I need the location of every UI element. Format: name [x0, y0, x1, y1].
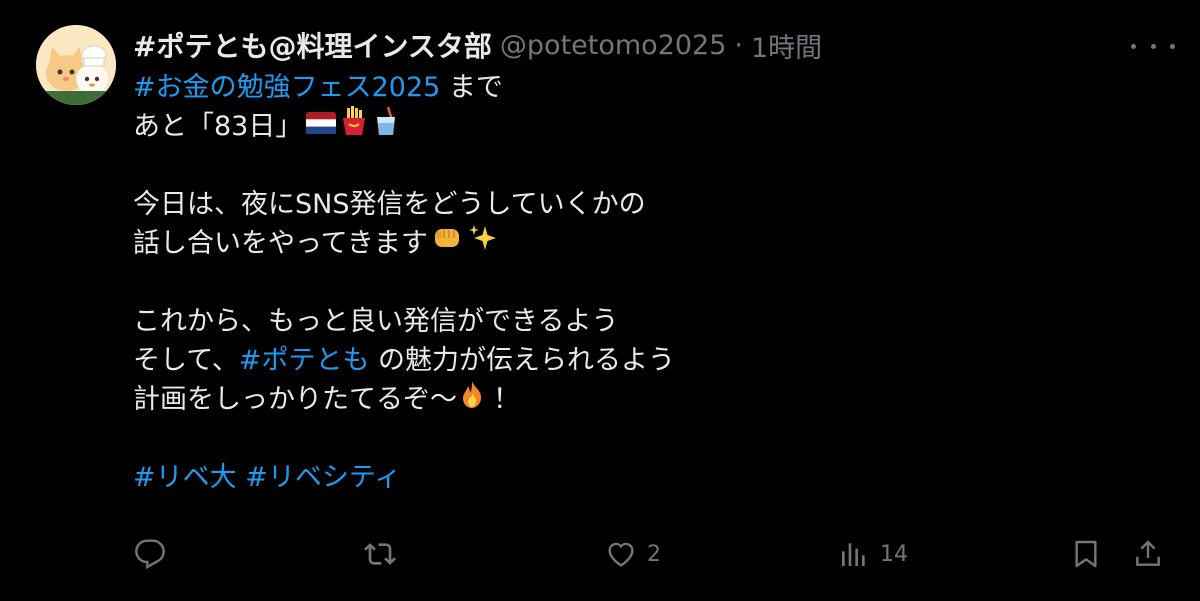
tweet-text-segment: 計画をしっかりたてるぞ〜: [133, 384, 457, 415]
views-button[interactable]: 14: [838, 530, 908, 578]
more-dot: [1150, 43, 1156, 49]
hashtag-link[interactable]: #リベ大: [133, 458, 237, 497]
cup-with-straw-icon: [372, 106, 400, 147]
retweet-button[interactable]: [363, 530, 407, 578]
action-bar: 2 14: [0, 530, 1200, 578]
tweet-line: #リベ大 #リベシティ: [133, 458, 1153, 497]
hashtag-link[interactable]: #ポテとも: [239, 341, 370, 380]
tweet-line: #お金の勉強フェス2025 まで: [133, 68, 1153, 107]
bookmark-button[interactable]: [1070, 530, 1102, 578]
tweet-text-segment: の魅力が伝えられるよう: [369, 345, 676, 376]
views-count: 14: [880, 541, 908, 567]
more-options-button[interactable]: [1131, 32, 1175, 60]
avatar-illustration-icon: [36, 25, 116, 105]
reply-icon: [135, 539, 165, 569]
timestamp[interactable]: 1時間: [751, 26, 822, 65]
fist-icon: [432, 224, 464, 263]
like-button[interactable]: 2: [605, 530, 661, 578]
tweet-text-segment: まで: [440, 72, 503, 103]
heart-icon: [608, 542, 634, 567]
tweet-text-segment: ！: [493, 384, 520, 415]
tweet-header: #ポテとも@料理インスタ部 @potetomo2025 · 1時間: [133, 25, 822, 65]
bookmark-icon: [1075, 540, 1097, 568]
share-button[interactable]: [1132, 530, 1164, 578]
tweet-line: 話し合いをやってきます: [133, 224, 1153, 263]
tweet-line: 今日は、夜にSNS発信をどうしていくかの: [133, 185, 1153, 224]
header-separator: ·: [734, 29, 743, 61]
share-icon: [1136, 540, 1160, 566]
retweet-icon: [364, 543, 396, 565]
tweet-text-segment: そして、: [133, 345, 239, 376]
fire-icon: [457, 379, 487, 420]
tweet-line: 計画をしっかりたてるぞ〜 ！: [133, 380, 1153, 419]
flag-netherlands-icon: [306, 107, 337, 146]
hashtag-link[interactable]: #リベシティ: [245, 458, 401, 497]
french-fries-icon: [340, 106, 368, 147]
tweet-line: あと「83日」: [133, 106, 1153, 147]
tweet-line: これから、もっと良い発信ができるよう: [133, 302, 1153, 341]
analytics-icon: [842, 543, 865, 566]
tweet-card[interactable]: #ポテとも@料理インスタ部 @potetomo2025 · 1時間 #お金の勉強…: [0, 0, 1200, 601]
sparkles-icon: [468, 223, 498, 264]
tweet-text-segment: 話し合いをやってきます: [133, 228, 428, 259]
tweet-text-segment: あと「83日」: [133, 111, 303, 142]
tweet-line: そして、 #ポテとも の魅力が伝えられるよう: [133, 341, 1153, 380]
tweet-text-segment: これから、もっと良い発信ができるよう: [133, 306, 619, 337]
more-dot: [1131, 43, 1136, 49]
reply-button[interactable]: [134, 530, 176, 578]
like-count: 2: [647, 541, 661, 567]
user-handle[interactable]: @potetomo2025: [500, 30, 727, 61]
avatar[interactable]: [36, 25, 116, 105]
hashtag-space: [237, 458, 246, 497]
display-name[interactable]: #ポテとも@料理インスタ部: [133, 25, 492, 65]
more-dot: [1170, 43, 1175, 49]
tweet-text-segment: 今日は、夜にSNS発信をどうしていくかの: [133, 189, 646, 220]
hashtag-link[interactable]: #お金の勉強フェス2025: [133, 68, 440, 107]
tweet-text: #お金の勉強フェス2025 まで あと「83日」 今日は、夜にSNS発信をどうし…: [133, 68, 1153, 497]
